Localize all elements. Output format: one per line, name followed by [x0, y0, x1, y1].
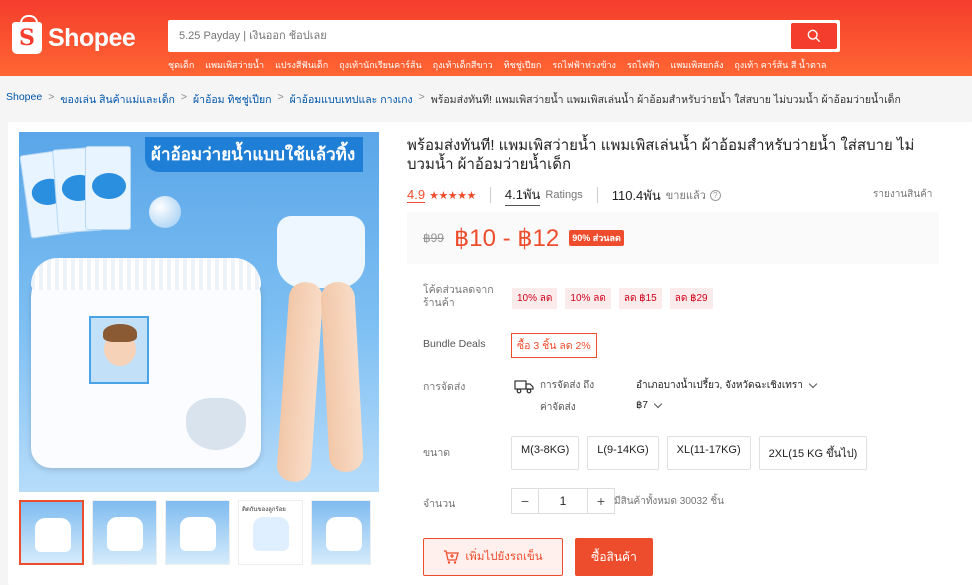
- sold-label: ขายแล้ว: [665, 190, 706, 202]
- quantity-label: จำนวน: [423, 498, 456, 510]
- voucher-label: โค้ดส่วนลดจากร้านค้า: [423, 284, 494, 309]
- top-header: S Shopee ชุดเด็ก แพมเพิสว่ายน้ำ แปรงสีฟั…: [0, 0, 972, 76]
- product-stats: 4.9 ★★★★★ 4.1พัน Ratings 110.4พัน ขายแล้…: [407, 184, 721, 206]
- stock-available: มีสินค้าทั้งหมด 30032 ชิ้น: [614, 496, 724, 507]
- breadcrumb-link[interactable]: Shopee: [6, 91, 42, 108]
- shopping-bag-icon: S: [12, 15, 42, 54]
- search-button[interactable]: [791, 23, 837, 49]
- breadcrumb-link[interactable]: ของเล่น สินค้าแม่และเด็ก: [60, 91, 175, 108]
- report-product-link[interactable]: รายงานสินค้า: [873, 187, 932, 202]
- suggestion-link[interactable]: ถุงเท้า คาร์ส้น สี น้ำตาล: [734, 58, 826, 72]
- chevron-down-icon: [653, 399, 663, 409]
- increase-quantity-button[interactable]: +: [588, 489, 614, 513]
- voucher-list: 10% ลด 10% ลด ลด ฿15 ลด ฿29: [512, 288, 713, 309]
- suggestion-link[interactable]: แปรงสีฟันเด็ก: [275, 58, 328, 72]
- breadcrumb-current: พร้อมส่งทันที! แพมเพิสว่ายน้ำ แพมเพิสเล่…: [430, 94, 901, 106]
- thumbnail[interactable]: [92, 500, 157, 565]
- ratings-count[interactable]: 4.1พัน: [504, 184, 541, 206]
- logo-text: Shopee: [48, 23, 136, 52]
- bubble-decoration: [149, 196, 181, 228]
- shipping-fee-text: ฿7: [636, 400, 648, 411]
- breadcrumb-separator: >: [180, 91, 188, 103]
- star-rating-icon: ★★★★★: [429, 189, 476, 202]
- voucher-tag[interactable]: ลด ฿29: [669, 288, 713, 309]
- add-to-cart-button[interactable]: เพิ่มไปยังรถเข็น: [423, 538, 563, 576]
- sale-price: ฿10 - ฿12: [453, 224, 560, 252]
- cart-plus-icon: [444, 550, 460, 564]
- thumbnail-strip: ติดกันของลูกร้อย: [19, 500, 371, 565]
- swim-diaper-illustration: [31, 258, 261, 468]
- breadcrumb-separator: >: [277, 91, 284, 103]
- search-suggestions: ชุดเด็ก แพมเพิสว่ายน้ำ แปรงสีฟันเด็ก ถุง…: [168, 58, 826, 72]
- quantity-stepper: − 1 +: [511, 488, 615, 514]
- breadcrumb-link[interactable]: ผ้าอ้อม ทิชชู่เปียก: [193, 91, 271, 108]
- shipping-label: การจัดส่ง: [423, 381, 466, 393]
- thumbnail[interactable]: ติดกันของลูกร้อย: [238, 500, 303, 565]
- baby-print: [89, 316, 149, 384]
- breadcrumb-separator: >: [48, 91, 55, 103]
- product-title: พร้อมส่งทันที! แพมเพิสว่ายน้ำ แพมเพิสเล่…: [407, 137, 915, 173]
- price-box: ฿99 ฿10 - ฿12 90% ส่วนลด: [407, 212, 939, 264]
- diaper-packs-illustration: [19, 142, 137, 242]
- original-price: ฿99: [423, 231, 444, 245]
- voucher-tag[interactable]: 10% ลด: [512, 288, 558, 309]
- size-options: M(3-8KG) L(9-14KG) XL(11-17KG) 2XL(15 KG…: [511, 436, 868, 470]
- bundle-label: Bundle Deals: [423, 338, 486, 350]
- decrease-quantity-button[interactable]: −: [512, 489, 538, 513]
- shipping-fee-label: ค่าจัดส่ง: [540, 402, 576, 413]
- suggestion-link[interactable]: รถไฟฟ้า: [627, 58, 660, 72]
- image-title: ผ้าอ้อมว่ายน้ำแบบใช้แล้วทิ้ง: [145, 137, 364, 172]
- bundle-deal-tag[interactable]: ซื้อ 3 ชิ้น ลด 2%: [511, 333, 597, 358]
- voucher-tag[interactable]: ลด ฿15: [618, 288, 662, 309]
- help-icon[interactable]: ?: [709, 189, 721, 201]
- size-option[interactable]: 2XL(15 KG ขึ้นไป): [758, 436, 868, 470]
- shipping-to-label: การจัดส่ง ถึง: [540, 380, 595, 391]
- shipping-fee[interactable]: ฿7: [636, 399, 663, 411]
- suggestion-link[interactable]: แพมเพิสว่ายน้ำ: [205, 58, 264, 72]
- search-icon: [807, 29, 821, 43]
- size-option[interactable]: XL(11-17KG): [666, 436, 751, 470]
- voucher-tag[interactable]: 10% ลด: [565, 288, 611, 309]
- thumbnail[interactable]: [19, 500, 84, 565]
- thumbnail[interactable]: [311, 500, 371, 565]
- size-option[interactable]: M(3-8KG): [511, 436, 580, 470]
- search-bar: [168, 20, 840, 52]
- truck-icon: [514, 380, 534, 394]
- buy-now-button[interactable]: ซื้อสินค้า: [575, 538, 653, 576]
- suggestion-link[interactable]: ทิชชู่เปียก: [504, 58, 542, 72]
- breadcrumb-separator: >: [418, 91, 425, 103]
- size-option[interactable]: L(9-14KG): [587, 436, 659, 470]
- shipping-destination[interactable]: อำเภอบางน้ำเปรี้ยว, จังหวัดฉะเชิงเทรา: [636, 378, 818, 393]
- chevron-down-icon: [808, 379, 818, 389]
- size-label: ขนาด: [423, 447, 451, 459]
- shipping-destination-text: อำเภอบางน้ำเปรี้ยว, จังหวัดฉะเชิงเทรา: [636, 380, 803, 391]
- ratings-label: Ratings: [545, 189, 583, 201]
- thumbnail[interactable]: [165, 500, 230, 565]
- shopee-logo[interactable]: S Shopee: [12, 15, 136, 54]
- suggestion-link[interactable]: ถุงเท้านักเรียนคาร์ส้น: [339, 58, 421, 72]
- sold-count: 110.4พัน: [611, 187, 661, 203]
- breadcrumb: Shopee > ของเล่น สินค้าแม่และเด็ก > ผ้าอ…: [6, 91, 901, 108]
- suggestion-link[interactable]: ถุงเท้าเด็กสีขาว: [433, 58, 493, 72]
- search-input[interactable]: [171, 23, 791, 49]
- thumbnail-caption: ติดกันของลูกร้อย: [242, 507, 286, 513]
- main-product-image[interactable]: ผ้าอ้อมว่ายน้ำแบบใช้แล้วทิ้ง: [19, 132, 379, 492]
- quantity-input[interactable]: 1: [538, 489, 588, 513]
- suggestion-link[interactable]: ชุดเด็ก: [168, 58, 194, 72]
- breadcrumb-link[interactable]: ผ้าอ้อมแบบเทปและ กางเกง: [290, 91, 413, 108]
- suggestion-link[interactable]: รถไฟฟ้าห่วงข้าง: [552, 58, 616, 72]
- add-to-cart-label: เพิ่มไปยังรถเข็น: [465, 551, 543, 563]
- discount-badge: 90% ส่วนลด: [569, 230, 624, 246]
- suggestion-link[interactable]: แพมเพิสยกลัง: [671, 58, 724, 72]
- rating-value[interactable]: 4.9: [407, 187, 426, 203]
